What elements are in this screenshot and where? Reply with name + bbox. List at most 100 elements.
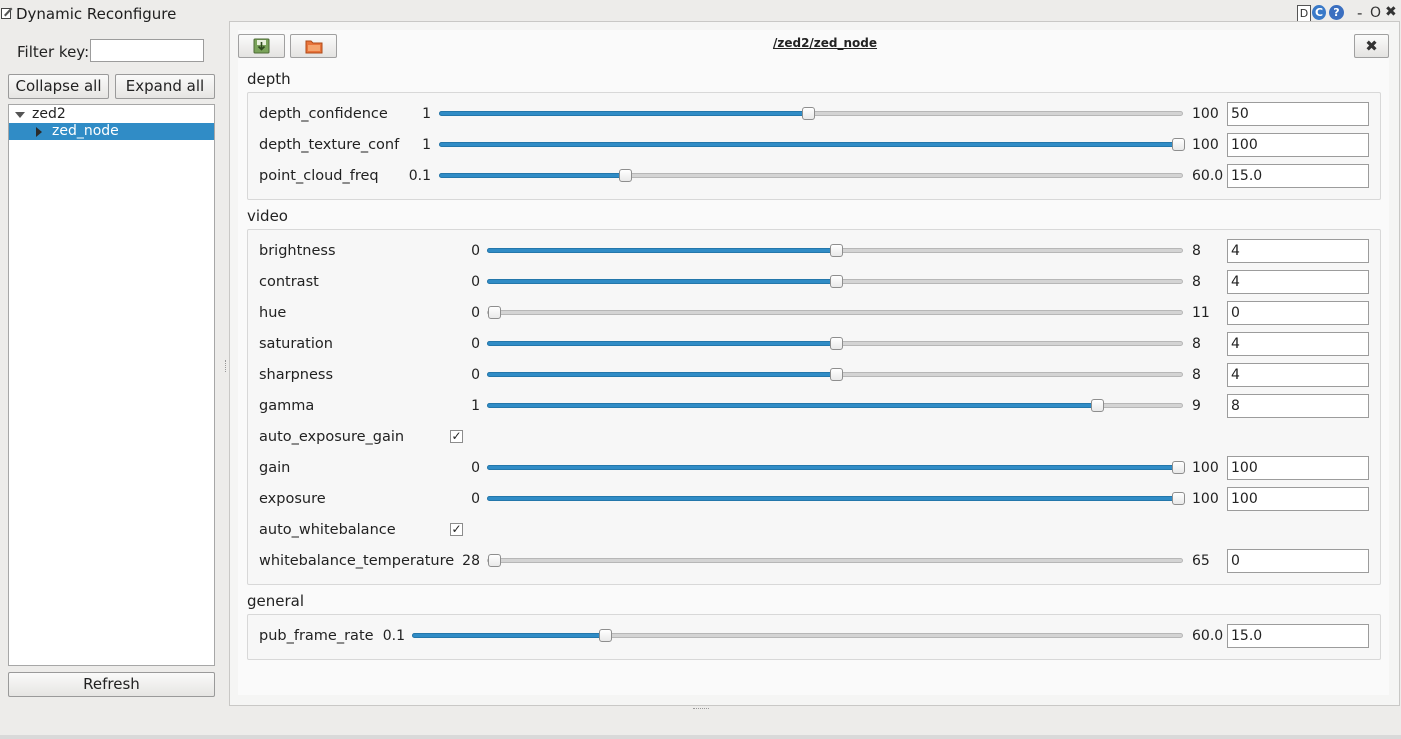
param-min-value: 1 [422, 137, 431, 153]
param-min-value: 0 [471, 460, 480, 476]
group-title-depth: depth [247, 70, 291, 88]
param-min-value: 0 [471, 336, 480, 352]
slider-fill [487, 341, 835, 346]
reload-icon[interactable]: C [1312, 5, 1326, 20]
param-max-value: 100 [1192, 491, 1219, 507]
auto-exposure-gain-checkbox[interactable]: ✓ [450, 430, 463, 443]
refresh-button[interactable]: Refresh [8, 672, 215, 697]
param-max-value: 8 [1192, 336, 1201, 352]
param-label-brightness: brightness [259, 243, 336, 259]
slider-handle[interactable] [488, 554, 501, 567]
depth-texture-conf-slider[interactable] [439, 138, 1185, 151]
param-max-value: 60.0 [1192, 168, 1224, 184]
slider-fill [487, 403, 1096, 408]
depth-confidence-value-input[interactable]: 50 [1227, 102, 1369, 126]
splitter-handle-bottom[interactable] [693, 708, 709, 711]
filter-label: Filter key: [17, 43, 90, 61]
param-min-value: 0 [471, 367, 480, 383]
param-min-value: 0.1 [382, 628, 405, 644]
saturation-slider[interactable] [487, 337, 1183, 350]
slider-handle[interactable] [830, 368, 843, 381]
param-label-depth-texture-conf: depth_texture_conf [259, 137, 400, 153]
tree-item-zed-node[interactable]: zed_node [9, 123, 214, 140]
close-node-button[interactable]: ✖ [1354, 34, 1389, 58]
slider-handle[interactable] [1091, 399, 1104, 412]
close-window-icon[interactable]: ✖ [1385, 4, 1397, 20]
pub-frame-rate-value-input[interactable]: 15.0 [1227, 624, 1369, 648]
slider-fill [487, 496, 1183, 501]
param-label-exposure: exposure [259, 491, 326, 507]
depth-confidence-slider[interactable] [439, 107, 1183, 120]
slider-fill [487, 465, 1183, 470]
brightness-value-input[interactable]: 4 [1227, 239, 1369, 263]
slider-handle[interactable] [830, 275, 843, 288]
sharpness-value-input[interactable]: 4 [1227, 363, 1369, 387]
collapsed-arrow-icon[interactable] [36, 127, 42, 137]
auto-whitebalance-checkbox[interactable]: ✓ [450, 523, 463, 536]
point-cloud-freq-value-input[interactable]: 15.0 [1227, 164, 1369, 188]
brightness-slider[interactable] [487, 244, 1183, 257]
gain-value-input[interactable]: 100 [1227, 456, 1369, 480]
param-max-value: 60.0 [1192, 628, 1224, 644]
whitebalance-temperature-value-input[interactable]: 0 [1227, 549, 1369, 573]
slider-handle[interactable] [1172, 138, 1185, 151]
slider-handle[interactable] [830, 337, 843, 350]
pub-frame-rate-slider[interactable] [412, 629, 1183, 642]
slider-handle[interactable] [1172, 461, 1185, 474]
slider-handle[interactable] [802, 107, 815, 120]
group-title-general: general [247, 592, 305, 610]
slider-fill [487, 279, 835, 284]
param-label-gamma: gamma [259, 398, 315, 414]
slider-fill [439, 173, 625, 178]
param-label-auto-exposure-gain: auto_exposure_gain [259, 429, 405, 445]
status-strip [0, 735, 1401, 739]
hue-value-input[interactable]: 0 [1227, 301, 1369, 325]
param-min-value: 1 [422, 106, 431, 122]
slider-fill [439, 111, 808, 116]
slider-handle[interactable] [619, 169, 632, 182]
collapse-all-button[interactable]: Collapse all [8, 74, 109, 99]
save-button[interactable] [238, 34, 285, 58]
group-title-video: video [247, 207, 288, 225]
param-min-value: 0 [471, 243, 480, 259]
expand-all-button[interactable]: Expand all [115, 74, 215, 99]
options-icon[interactable]: O [1370, 5, 1381, 21]
slider-handle[interactable] [599, 629, 612, 642]
param-label-saturation: saturation [259, 336, 333, 352]
slider-fill [487, 372, 835, 377]
gamma-value-input[interactable]: 8 [1227, 394, 1369, 418]
slider-handle[interactable] [1172, 492, 1185, 505]
param-label-gain: gain [259, 460, 291, 476]
exposure-value-input[interactable]: 100 [1227, 487, 1369, 511]
slider-handle[interactable] [830, 244, 843, 257]
load-button[interactable] [290, 34, 337, 58]
expand-arrow-icon[interactable] [15, 112, 25, 118]
gamma-slider[interactable] [487, 399, 1183, 412]
sharpness-slider[interactable] [487, 368, 1183, 381]
point-cloud-freq-slider[interactable] [439, 169, 1183, 182]
minimize-icon[interactable]: - [1357, 4, 1362, 22]
saturation-value-input[interactable]: 4 [1227, 332, 1369, 356]
node-title: /zed2/zed_node [772, 36, 878, 50]
contrast-value-input[interactable]: 4 [1227, 270, 1369, 294]
slider-fill [439, 142, 1183, 147]
exposure-slider[interactable] [487, 492, 1185, 505]
hue-slider[interactable] [487, 306, 1183, 319]
param-min-value: 1 [471, 398, 480, 414]
tree-item-zed2[interactable]: zed2 [9, 106, 214, 123]
slider-handle[interactable] [488, 306, 501, 319]
depth-texture-conf-value-input[interactable]: 100 [1227, 133, 1369, 157]
param-max-value: 9 [1192, 398, 1201, 414]
docs-icon[interactable]: D [1297, 5, 1311, 22]
gain-slider[interactable] [487, 461, 1185, 474]
node-tree: zed2 zed_node [8, 104, 215, 666]
contrast-slider[interactable] [487, 275, 1183, 288]
param-min-value: 0 [471, 274, 480, 290]
slider-fill [412, 633, 604, 638]
slider-fill [487, 248, 835, 253]
param-label-contrast: contrast [259, 274, 319, 290]
help-icon[interactable]: ? [1329, 5, 1344, 20]
whitebalance-temperature-slider[interactable] [487, 554, 1183, 567]
filter-input[interactable] [90, 39, 204, 62]
param-max-value: 8 [1192, 243, 1201, 259]
